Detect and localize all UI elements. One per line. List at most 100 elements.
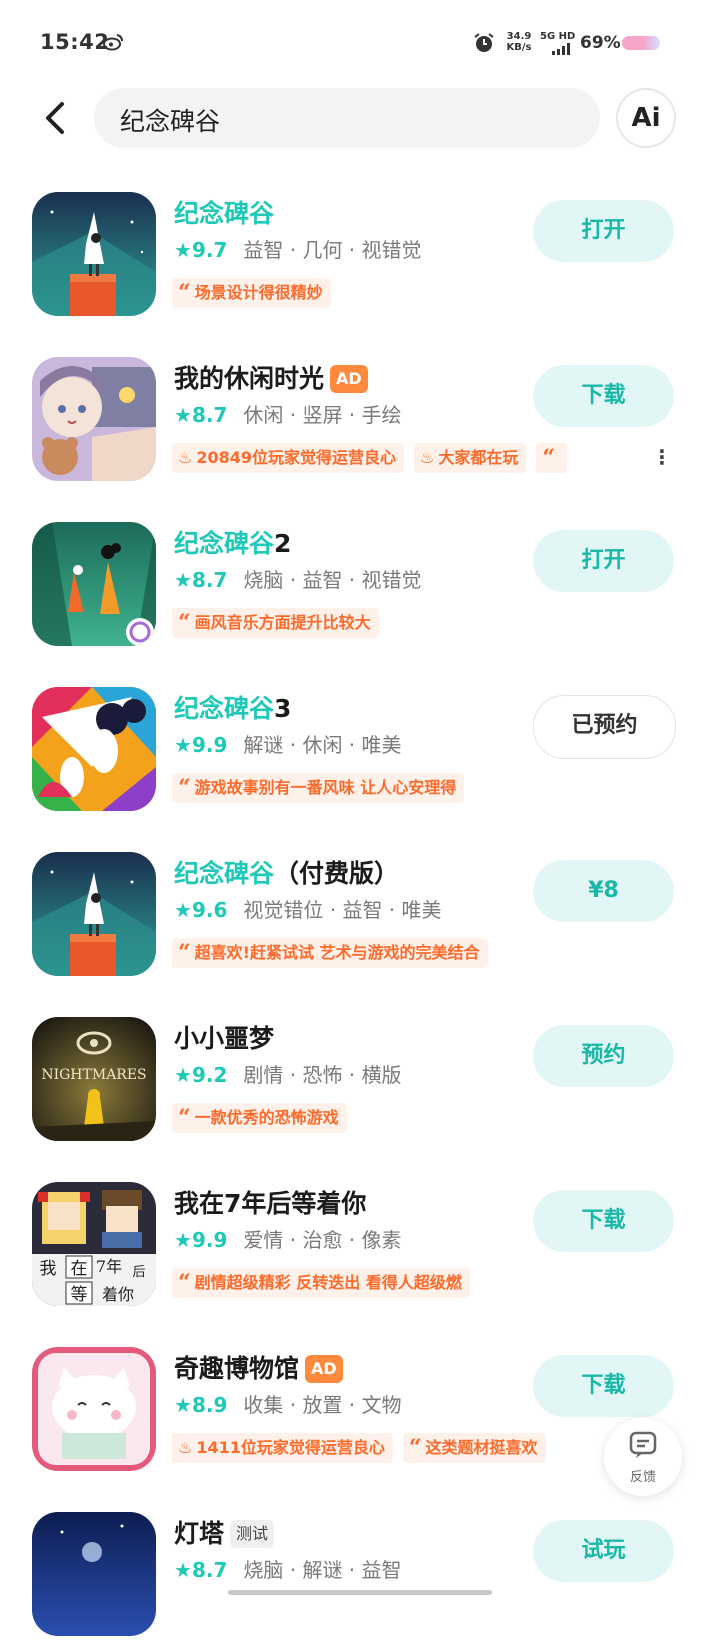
star-icon: ★	[174, 568, 192, 592]
battery-percent: 69%	[580, 33, 621, 53]
museum-cat-icon[interactable]	[32, 1347, 156, 1471]
leisure-time-icon[interactable]	[32, 357, 156, 481]
ad-badge: AD	[305, 1355, 343, 1383]
quote-icon: “	[408, 1435, 422, 1461]
open-button[interactable]: 打开	[533, 530, 674, 592]
fire-icon: ♨	[420, 448, 435, 467]
star-icon: ★	[174, 1228, 192, 1252]
feedback-button[interactable]: 反馈	[604, 1418, 682, 1496]
star-icon: ★	[174, 1063, 192, 1087]
feedback-label: 反馈	[629, 1470, 656, 1485]
monument-valley-2-icon[interactable]	[32, 522, 156, 646]
search-input[interactable]: 纪念碑谷	[94, 88, 600, 148]
list-item[interactable]: NIGHTMARES 小小噩梦 ★9.2 剧情 · 恐怖 · 横版 “一款优秀的恐…	[0, 1015, 720, 1145]
network-type: 5G HD	[540, 31, 576, 42]
quote-icon: “	[178, 280, 191, 306]
review-tags: “游戏故事别有一番风味 让人心安理得	[172, 773, 667, 807]
reserved-button[interactable]: 已预约	[533, 695, 676, 759]
app-title[interactable]: 我的休闲时光 AD	[174, 359, 368, 397]
app-title[interactable]: 我在7年后等着你	[174, 1184, 366, 1222]
cover-word: 我	[40, 1259, 57, 1279]
lighthouse-icon[interactable]	[32, 1512, 156, 1636]
review-tag: “画风音乐方面提升比较大	[172, 608, 379, 638]
trial-button[interactable]: 试玩	[533, 1520, 674, 1582]
monument-valley-3-icon[interactable]	[32, 687, 156, 811]
app-meta: ★9.9 爱情 · 治愈 · 像素	[174, 1228, 402, 1252]
ai-button[interactable]: Ai	[616, 88, 676, 148]
review-tags: “场景设计得很精妙	[172, 278, 667, 312]
nightmares-wordmark: NIGHTMARES	[41, 1067, 146, 1083]
app-title[interactable]: 灯塔 测试	[174, 1514, 275, 1552]
little-nightmares-icon[interactable]: NIGHTMARES	[32, 1017, 156, 1141]
star-icon: ★	[174, 898, 192, 922]
alarm-icon	[474, 33, 494, 52]
list-item[interactable]: 纪念碑谷 ★9.7 益智 · 几何 · 视错觉 “场景设计得很精妙 打开	[0, 190, 720, 320]
signal-icon	[552, 43, 570, 55]
list-item[interactable]: 我的休闲时光 AD ★8.7 休闲 · 竖屏 · 手绘 ♨ 20849位玩家觉得运营良…	[0, 355, 720, 485]
weibo-icon	[103, 34, 123, 51]
review-tag: “	[536, 443, 568, 473]
review-tag: “场景设计得很精妙	[172, 278, 331, 308]
quote-icon: “	[178, 775, 191, 801]
list-item[interactable]: 纪念碑谷2 ★8.7 烧脑 · 益智 · 视错觉 “画风音乐方面提升比较大 打开	[0, 520, 720, 650]
list-item[interactable]: 纪念碑谷3 ★9.9 解谜 · 休闲 · 唯美 “游戏故事别有一番风味 让人心安理…	[0, 685, 720, 815]
quote-icon: “	[178, 1105, 191, 1131]
seven-years-icon[interactable]: 我在 7年后等着你	[32, 1182, 156, 1306]
list-item[interactable]: 我在 7年后等着你 我在7年后等着你 ★9.9 爱情 · 治愈 · 像素 “剧情超级…	[0, 1180, 720, 1310]
review-tags: ♨ 1411位玩家觉得运营良心 “这类题材挺喜欢	[172, 1433, 667, 1467]
quote-icon: “	[178, 610, 191, 636]
review-tag: “游戏故事别有一番风味 让人心安理得	[172, 773, 465, 803]
quote-icon: “	[178, 940, 191, 966]
open-button[interactable]: 打开	[533, 200, 674, 262]
network-speed: 34.9 KB/s	[506, 31, 532, 53]
battery-icon	[622, 36, 660, 50]
app-meta: ★9.2 剧情 · 恐怖 · 横版	[174, 1063, 402, 1087]
app-meta: ★8.7 休闲 · 竖屏 · 手绘	[174, 403, 402, 427]
monument-valley-icon[interactable]	[32, 192, 156, 316]
cover-word: 7年	[96, 1257, 122, 1276]
app-meta: ★8.7 烧脑 · 益智 · 视错觉	[174, 568, 422, 592]
list-item[interactable]: 纪念碑谷（付费版） ★9.6 视觉错位 · 益智 · 唯美 “超喜欢!赶紧试试 艺…	[0, 850, 720, 980]
review-tag: “这类题材挺喜欢	[402, 1433, 546, 1463]
cover-word: 后	[132, 1265, 145, 1280]
monument-valley-paid-icon[interactable]	[32, 852, 156, 976]
app-title[interactable]: 纪念碑谷（付费版）	[174, 854, 399, 892]
test-badge: 测试	[230, 1520, 275, 1548]
app-meta: ★9.6 视觉错位 · 益智 · 唯美	[174, 898, 442, 922]
app-title[interactable]: 纪念碑谷	[174, 194, 274, 232]
app-meta: ★8.7 烧脑 · 解谜 · 益智	[174, 1558, 402, 1582]
review-tag: “剧情超级精彩 反转迭出 看得人超级燃	[172, 1268, 470, 1298]
review-tags: “一款优秀的恐怖游戏	[172, 1103, 667, 1137]
quote-icon: “	[542, 445, 556, 471]
review-tags: “超喜欢!赶紧试试 艺术与游戏的完美结合	[172, 938, 667, 972]
search-header: 纪念碑谷 Ai	[0, 86, 720, 150]
reserve-button[interactable]: 预约	[533, 1025, 674, 1087]
cover-word: 等	[71, 1285, 88, 1305]
review-tags: “剧情超级精彩 反转迭出 看得人超级燃	[172, 1268, 667, 1302]
download-button[interactable]: 下载	[533, 1190, 674, 1252]
app-title[interactable]: 纪念碑谷2	[174, 524, 291, 562]
download-button[interactable]: 下载	[533, 1355, 674, 1417]
fire-icon: ♨	[178, 448, 193, 467]
home-indicator[interactable]	[228, 1590, 492, 1595]
list-item[interactable]: 灯塔 测试 ★8.7 烧脑 · 解谜 · 益智 试玩	[0, 1510, 720, 1640]
feedback-icon	[629, 1431, 657, 1458]
app-meta: ★8.9 收集 · 放置 · 文物	[174, 1393, 402, 1417]
app-title[interactable]: 纪念碑谷3	[174, 689, 291, 727]
status-bar: 15:42 34.9 KB/s 5G HD 69%	[0, 0, 720, 86]
star-icon: ★	[174, 238, 192, 262]
status-time: 15:42	[40, 30, 110, 54]
back-arrow-icon[interactable]	[40, 100, 70, 136]
more-options-icon[interactable]: ⋮	[652, 445, 672, 469]
download-button[interactable]: 下载	[533, 365, 674, 427]
cover-word: 在	[71, 1259, 88, 1279]
review-tag: “超喜欢!赶紧试试 艺术与游戏的完美结合	[172, 938, 488, 968]
app-title[interactable]: 小小噩梦	[174, 1019, 274, 1057]
review-tag: “一款优秀的恐怖游戏	[172, 1103, 347, 1133]
app-title[interactable]: 奇趣博物馆 AD	[174, 1349, 343, 1387]
review-tags: “画风音乐方面提升比较大	[172, 608, 667, 642]
quote-icon: “	[178, 1270, 191, 1296]
fire-icon: ♨	[178, 1438, 193, 1457]
price-button[interactable]: ¥8	[533, 860, 674, 922]
app-meta: ★9.9 解谜 · 休闲 · 唯美	[174, 733, 402, 757]
